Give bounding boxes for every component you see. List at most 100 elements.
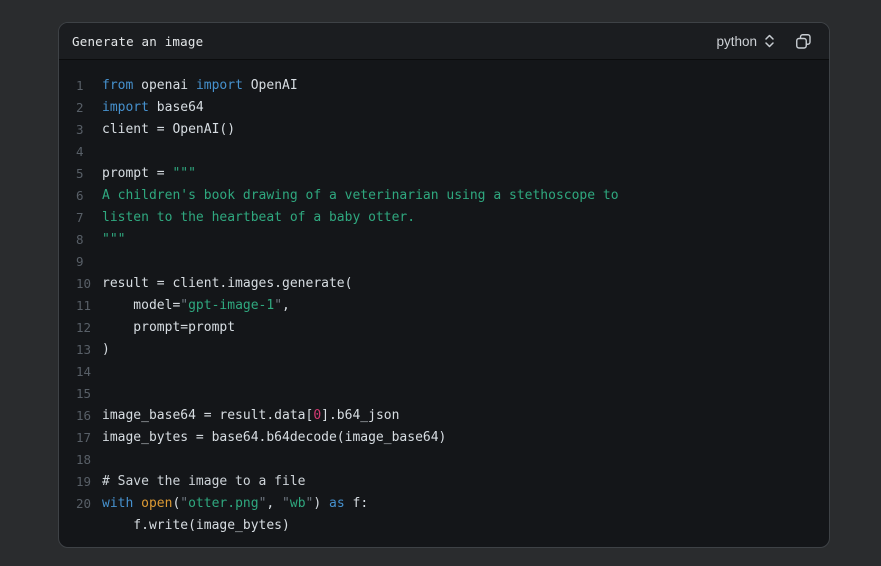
code-line-content: with open("otter.png", "wb") as f: bbox=[102, 493, 829, 515]
code-line-content: image_base64 = result.data[0].b64_json bbox=[102, 405, 829, 427]
code-line: 11 model="gpt-image-1", bbox=[59, 295, 829, 317]
line-number: 10 bbox=[59, 273, 102, 295]
code-line-content bbox=[102, 361, 829, 383]
chevron-up-down-icon bbox=[764, 33, 775, 49]
code-token: , bbox=[266, 496, 282, 511]
code-token: import bbox=[196, 78, 243, 93]
code-line: f.write(image_bytes) bbox=[59, 515, 829, 537]
code-token: as bbox=[329, 496, 345, 511]
line-number: 16 bbox=[59, 405, 102, 427]
copy-icon bbox=[795, 33, 812, 50]
code-token bbox=[133, 496, 141, 511]
code-token: client = OpenAI() bbox=[102, 122, 235, 137]
code-line: 18 bbox=[59, 449, 829, 471]
line-number: 12 bbox=[59, 317, 102, 339]
code-line-content: A children's book drawing of a veterinar… bbox=[102, 185, 829, 207]
code-line: 15 bbox=[59, 383, 829, 405]
code-line-content: import base64 bbox=[102, 97, 829, 119]
code-line-content: """ bbox=[102, 229, 829, 251]
code-line: 2import base64 bbox=[59, 97, 829, 119]
code-line: 14 bbox=[59, 361, 829, 383]
code-line-content: client = OpenAI() bbox=[102, 119, 829, 141]
code-token: ) bbox=[102, 342, 110, 357]
code-line: 13) bbox=[59, 339, 829, 361]
code-line: 12 prompt=prompt bbox=[59, 317, 829, 339]
code-token: otter.png bbox=[188, 496, 258, 511]
code-token: result = client.images.generate( bbox=[102, 276, 352, 291]
code-token: image_bytes = base64.b64decode(image_bas… bbox=[102, 430, 446, 445]
line-number: 14 bbox=[59, 361, 102, 383]
code-card: Generate an image python bbox=[58, 22, 830, 548]
line-number: 15 bbox=[59, 383, 102, 405]
code-token: gpt-image-1 bbox=[188, 298, 274, 313]
line-number: 17 bbox=[59, 427, 102, 449]
code-line: 17image_bytes = base64.b64decode(image_b… bbox=[59, 427, 829, 449]
line-number: 9 bbox=[59, 251, 102, 273]
code-token: image_base64 = result.data[ bbox=[102, 408, 313, 423]
code-line: 3client = OpenAI() bbox=[59, 119, 829, 141]
code-line-content: f.write(image_bytes) bbox=[102, 515, 829, 537]
code-line: 16image_base64 = result.data[0].b64_json bbox=[59, 405, 829, 427]
line-number: 13 bbox=[59, 339, 102, 361]
line-number: 7 bbox=[59, 207, 102, 229]
copy-code-button[interactable] bbox=[793, 31, 813, 51]
line-number: 11 bbox=[59, 295, 102, 317]
code-token: , bbox=[282, 298, 290, 313]
code-card-header: Generate an image python bbox=[59, 23, 829, 60]
code-line-content bbox=[102, 383, 829, 405]
code-line-content: result = client.images.generate( bbox=[102, 273, 829, 295]
code-token: """ bbox=[102, 232, 125, 247]
code-token: prompt=prompt bbox=[102, 320, 235, 335]
code-token: openai bbox=[133, 78, 196, 93]
line-number: 19 bbox=[59, 471, 102, 493]
code-token: from bbox=[102, 78, 133, 93]
code-line-content: model="gpt-image-1", bbox=[102, 295, 829, 317]
code-line: 20with open("otter.png", "wb") as f: bbox=[59, 493, 829, 515]
code-token: prompt = bbox=[102, 166, 172, 181]
code-token: import bbox=[102, 100, 149, 115]
code-token: # Save the image to a file bbox=[102, 474, 306, 489]
code-token: 0 bbox=[313, 408, 321, 423]
language-selector-label: python bbox=[716, 34, 757, 49]
code-line: 19# Save the image to a file bbox=[59, 471, 829, 493]
code-token: wb bbox=[290, 496, 306, 511]
code-card-title: Generate an image bbox=[72, 34, 203, 49]
code-line-content: ) bbox=[102, 339, 829, 361]
code-line-content: prompt = """ bbox=[102, 163, 829, 185]
code-line: 9 bbox=[59, 251, 829, 273]
line-number: 2 bbox=[59, 97, 102, 119]
code-line: 10result = client.images.generate( bbox=[59, 273, 829, 295]
code-token: " bbox=[274, 298, 282, 313]
code-line: 6A children's book drawing of a veterina… bbox=[59, 185, 829, 207]
line-number: 5 bbox=[59, 163, 102, 185]
code-token: OpenAI bbox=[243, 78, 298, 93]
line-number: 3 bbox=[59, 119, 102, 141]
line-number bbox=[59, 515, 102, 537]
code-line-content: from openai import OpenAI bbox=[102, 75, 829, 97]
code-token: with bbox=[102, 496, 133, 511]
code-token: base64 bbox=[149, 100, 204, 115]
line-number: 20 bbox=[59, 493, 102, 515]
code-token: " bbox=[282, 496, 290, 511]
code-line-content: image_bytes = base64.b64decode(image_bas… bbox=[102, 427, 829, 449]
code-token: """ bbox=[172, 166, 195, 181]
code-token: ) bbox=[313, 496, 329, 511]
code-line: 7listen to the heartbeat of a baby otter… bbox=[59, 207, 829, 229]
code-token: open bbox=[141, 496, 172, 511]
code-line-content bbox=[102, 449, 829, 471]
code-line: 1from openai import OpenAI bbox=[59, 75, 829, 97]
code-token: " bbox=[180, 496, 188, 511]
line-number: 1 bbox=[59, 75, 102, 97]
line-number: 18 bbox=[59, 449, 102, 471]
code-line-content: # Save the image to a file bbox=[102, 471, 829, 493]
code-editor: 1from openai import OpenAI2import base64… bbox=[59, 60, 829, 548]
code-line-content: listen to the heartbeat of a baby otter. bbox=[102, 207, 829, 229]
code-token: f.write(image_bytes) bbox=[102, 518, 290, 533]
code-token: " bbox=[180, 298, 188, 313]
code-line: 4 bbox=[59, 141, 829, 163]
header-actions: python bbox=[716, 31, 813, 51]
code-token: ].b64_json bbox=[321, 408, 399, 423]
language-selector[interactable]: python bbox=[716, 33, 775, 49]
code-line: 5prompt = """ bbox=[59, 163, 829, 185]
line-number: 8 bbox=[59, 229, 102, 251]
